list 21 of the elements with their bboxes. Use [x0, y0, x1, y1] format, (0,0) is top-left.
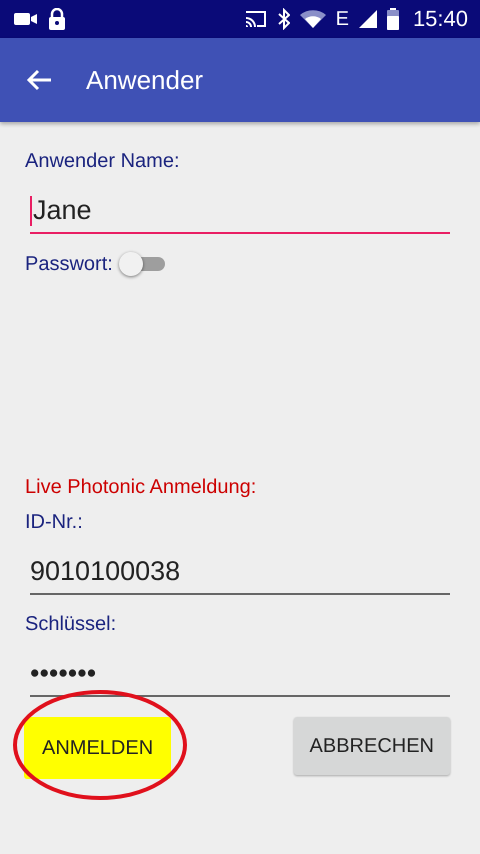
field-label: Schlüssel: [25, 613, 118, 636]
text-field[interactable]: ••••••• [30, 648, 450, 697]
lock-icon [48, 8, 66, 30]
login-button[interactable]: ANMELDEN [24, 717, 172, 779]
bluetooth-icon [278, 8, 290, 30]
field-label: Passwort: [25, 252, 113, 276]
clock: 15:40 [412, 6, 468, 32]
video-camera-icon [14, 11, 38, 27]
signal-icon [358, 10, 377, 28]
network-type: E [336, 8, 349, 30]
cast-icon [244, 9, 268, 29]
wifi-icon [300, 10, 326, 28]
text-field[interactable]: 9010100038 [30, 546, 450, 595]
field-label: Anwender Name: [25, 150, 181, 173]
text-field[interactable]: Jane [30, 185, 450, 234]
cancel-button[interactable]: ABBRECHEN [294, 717, 450, 775]
battery-icon [386, 8, 399, 30]
screen-title: Anwender [86, 64, 204, 96]
section-title: Live Photonic Anmeldung: [25, 476, 258, 499]
back-arrow-icon[interactable] [26, 69, 52, 91]
field-label: ID-Nr.: [25, 511, 84, 534]
